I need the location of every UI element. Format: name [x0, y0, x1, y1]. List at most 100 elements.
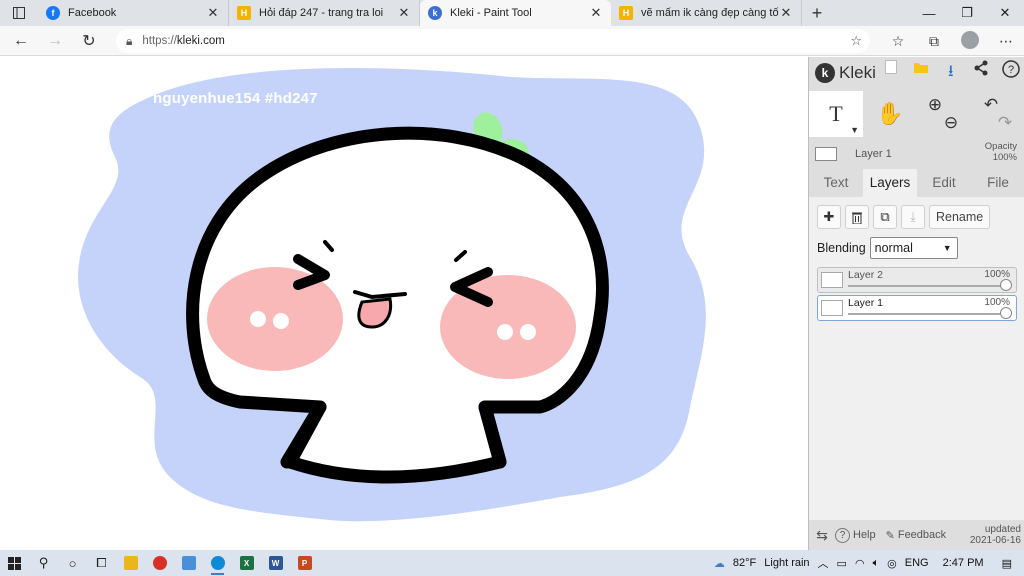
- redo-icon[interactable]: ↷: [998, 114, 1012, 132]
- clock[interactable]: 2:47 PM: [943, 550, 984, 576]
- facebook-favicon-icon: f: [46, 6, 60, 20]
- tab-close-icon[interactable]: ✕: [589, 5, 603, 21]
- address-bar: ← → ↻ 🔒︎ https://kleki.com ☆ ☆ ⧉ ⋯: [0, 26, 1024, 56]
- word-icon[interactable]: W: [261, 550, 290, 576]
- chrome-icon[interactable]: [145, 550, 174, 576]
- more-menu-icon[interactable]: ⋯: [988, 33, 1024, 50]
- tab-kleki[interactable]: k Kleki - Paint Tool ✕: [420, 0, 611, 26]
- profile-avatar[interactable]: [952, 30, 988, 52]
- file-explorer-icon[interactable]: [116, 550, 145, 576]
- tab-file[interactable]: File: [971, 169, 1024, 197]
- favorite-star-icon[interactable]: ☆: [850, 33, 862, 49]
- hoidap-favicon-icon: H: [619, 6, 633, 20]
- layer-opacity-knob[interactable]: [1000, 279, 1012, 291]
- new-tab-button[interactable]: +: [802, 0, 832, 26]
- wifi-icon[interactable]: ◠: [855, 557, 865, 570]
- restore-icon[interactable]: ❐: [948, 0, 986, 26]
- start-button[interactable]: [0, 550, 29, 576]
- powerpoint-icon[interactable]: P: [290, 550, 319, 576]
- tab-edit[interactable]: Edit: [917, 169, 971, 197]
- excel-icon[interactable]: X: [232, 550, 261, 576]
- forward-icon[interactable]: →: [38, 32, 72, 50]
- layer-opacity-slider[interactable]: [848, 313, 1004, 315]
- tab-hoidap247[interactable]: H Hỏi đáp 247 - trang tra loi ✕: [229, 0, 420, 26]
- back-icon[interactable]: ←: [4, 32, 38, 50]
- help-button[interactable]: ? Help: [835, 527, 876, 543]
- kleki-favicon-icon: k: [428, 6, 442, 20]
- panel-header: k Kleki ⭳ ?: [809, 57, 1024, 89]
- monitor-icon[interactable]: [174, 550, 203, 576]
- tool-row: T ▼ ✋ ⊕ ⊖ ↶ ↷: [809, 91, 1024, 137]
- tab-close-icon[interactable]: ✕: [779, 5, 793, 21]
- undo-redo-buttons[interactable]: ↶ ↷: [971, 91, 1024, 137]
- layer-opacity-slider[interactable]: [848, 285, 1004, 287]
- layer-opacity-knob[interactable]: [1000, 307, 1012, 319]
- rename-layer-button[interactable]: Rename: [929, 205, 991, 229]
- kleki-side-panel: k Kleki ⭳ ? T ▼ ✋ ⊕ ⊖ ↶ ↷ Layer 1 Opacit…: [808, 57, 1024, 550]
- duplicate-layer-button[interactable]: ⧉: [873, 205, 897, 229]
- help-icon[interactable]: ?: [996, 59, 1024, 87]
- minimize-icon[interactable]: —: [910, 0, 948, 26]
- favorites-icon[interactable]: ☆: [880, 33, 916, 50]
- weather-temp[interactable]: 82°F: [733, 557, 756, 569]
- delete-layer-button[interactable]: [845, 205, 869, 229]
- zoom-in-icon[interactable]: ⊕: [928, 96, 942, 114]
- add-layer-button[interactable]: ✚: [817, 205, 841, 229]
- chevron-up-icon[interactable]: ︿: [818, 555, 829, 571]
- layer-name: Layer 1: [848, 297, 884, 309]
- feedback-button[interactable]: ✎ Feedback: [886, 529, 947, 542]
- edge-icon[interactable]: [203, 550, 232, 576]
- panel-tabs: Text Layers Edit File: [809, 169, 1024, 197]
- layer-item-2[interactable]: Layer 2 100%: [817, 267, 1017, 293]
- tab-close-icon[interactable]: ✕: [206, 5, 220, 21]
- current-layer-opacity: Opacity 100%: [984, 141, 1017, 163]
- undo-icon[interactable]: ↶: [984, 96, 998, 114]
- hand-tool-button[interactable]: ✋: [863, 91, 917, 137]
- tab-title: Kleki - Paint Tool: [450, 7, 532, 19]
- notifications-icon[interactable]: ▤: [1002, 557, 1012, 570]
- system-tray: ☁ 82°F Light rain ︿ ▭ ◠ 🔈︎ ◎ ENG 2:47 PM…: [710, 550, 1024, 576]
- tab-text[interactable]: Text: [809, 169, 863, 197]
- drawing-artwork: [78, 68, 706, 522]
- download-icon[interactable]: ⭳: [936, 60, 966, 87]
- language-indicator[interactable]: ENG: [905, 557, 929, 569]
- share-icon[interactable]: [966, 60, 996, 87]
- drawing-canvas[interactable]: nguyenhue154 #hd247: [0, 57, 808, 550]
- task-view-icon[interactable]: ⧠: [87, 550, 116, 576]
- cortana-icon[interactable]: ○: [58, 550, 87, 576]
- zoom-buttons[interactable]: ⊕ ⊖: [917, 91, 971, 137]
- location-icon[interactable]: ◎: [887, 557, 897, 570]
- search-icon[interactable]: ⚲: [29, 550, 58, 576]
- tab-layers[interactable]: Layers: [863, 169, 917, 197]
- blending-select[interactable]: normal ▼: [869, 237, 958, 259]
- tab-question[interactable]: H vẽ mấm ik càng đẹp càng tốt cà ✕: [611, 0, 802, 26]
- volume-icon[interactable]: 🔈︎: [873, 557, 880, 570]
- network-icon[interactable]: ▭: [837, 557, 847, 570]
- swap-side-icon[interactable]: ⇆: [809, 527, 835, 544]
- open-folder-icon[interactable]: [906, 60, 936, 87]
- chevron-down-icon[interactable]: ▼: [850, 125, 859, 135]
- weather-text[interactable]: Light rain: [764, 557, 809, 569]
- tab-facebook[interactable]: f Facebook ✕: [38, 0, 229, 26]
- blending-label: Blending: [817, 241, 866, 255]
- layer-item-1[interactable]: Layer 1 100%: [817, 295, 1017, 321]
- collections-icon[interactable]: ⧉: [916, 33, 952, 50]
- trash-icon: [852, 212, 862, 224]
- close-window-icon[interactable]: ✕: [986, 0, 1024, 26]
- current-layer-name: Layer 1: [855, 148, 892, 160]
- layer-actions: ✚ ⧉ ⤓ Rename: [817, 205, 991, 229]
- refresh-icon[interactable]: ↻: [72, 31, 106, 51]
- url-field[interactable]: 🔒︎ https://kleki.com ☆: [116, 29, 870, 53]
- kleki-logo[interactable]: k Kleki: [815, 63, 876, 83]
- current-layer-preview: Layer 1 Opacity 100%: [809, 141, 1024, 165]
- merge-layer-button[interactable]: ⤓: [901, 205, 925, 229]
- weather-icon[interactable]: ☁: [714, 557, 725, 570]
- tab-title: Hỏi đáp 247 - trang tra loi: [259, 7, 384, 19]
- tab-actions-button[interactable]: [0, 0, 38, 26]
- new-image-icon[interactable]: [876, 59, 906, 87]
- text-tool-button[interactable]: T ▼: [809, 91, 863, 137]
- tab-title: Facebook: [68, 7, 117, 19]
- zoom-out-icon[interactable]: ⊖: [944, 114, 958, 132]
- tab-close-icon[interactable]: ✕: [397, 5, 411, 21]
- question-icon: ?: [835, 527, 850, 543]
